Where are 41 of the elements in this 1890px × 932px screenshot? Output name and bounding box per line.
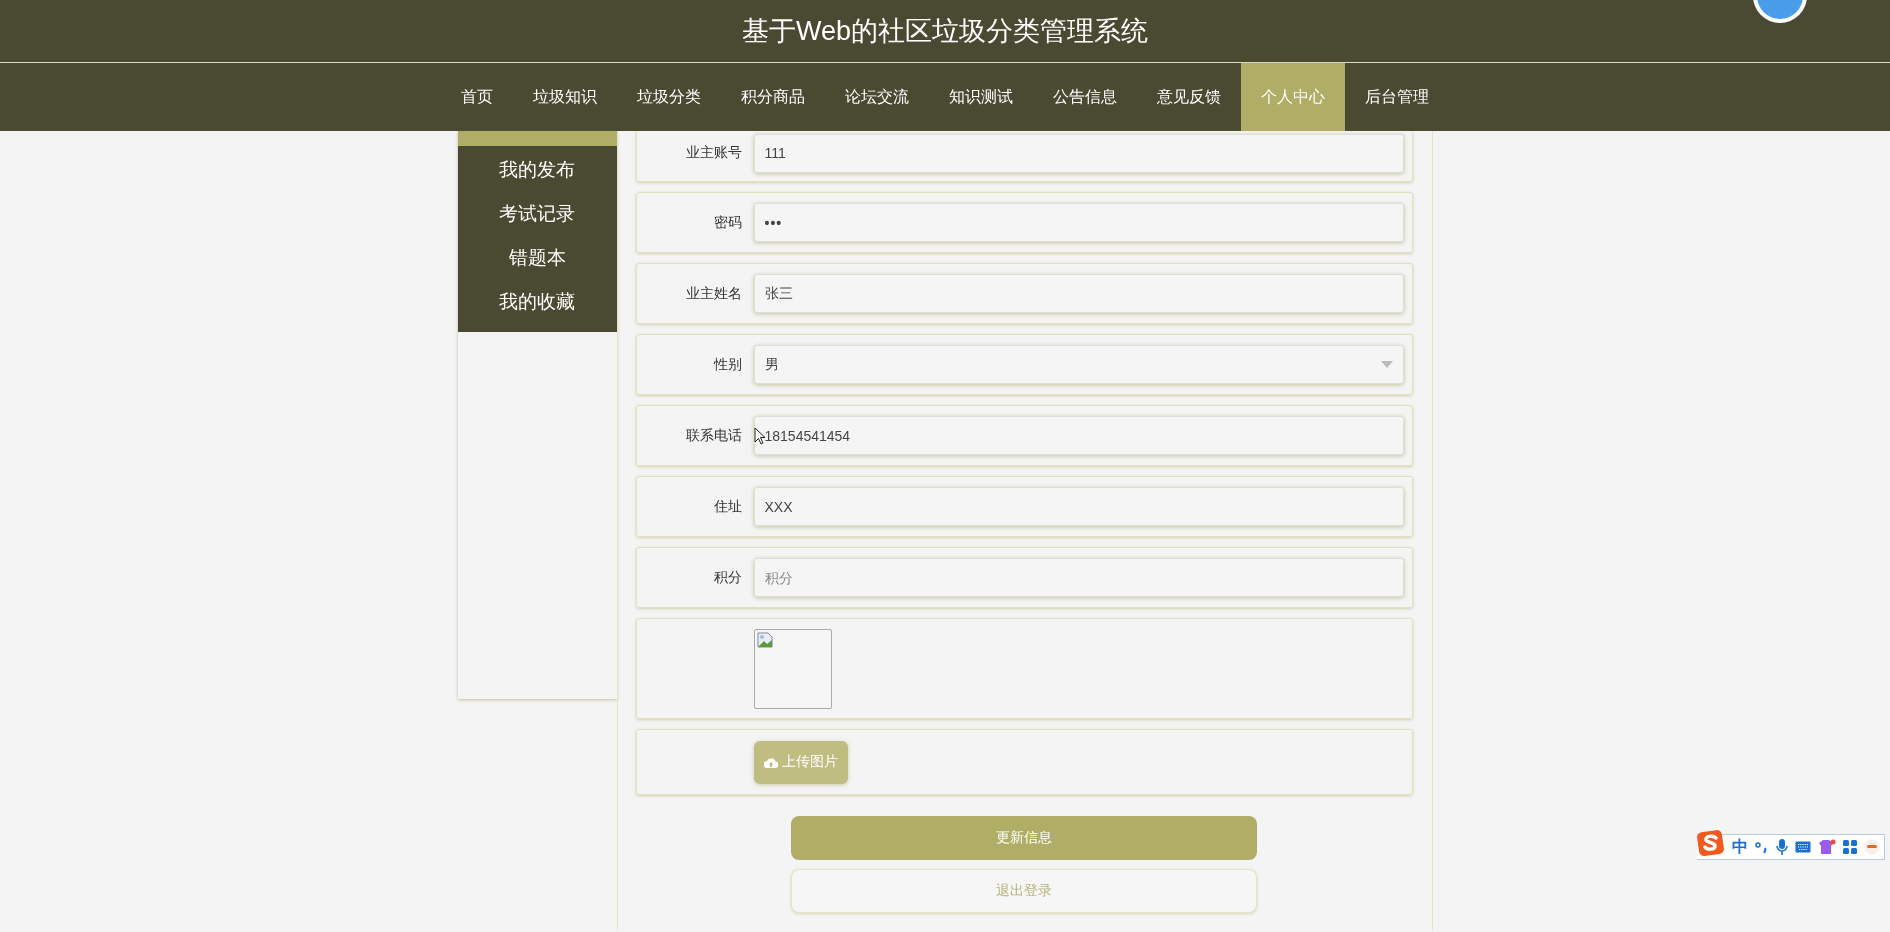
field-label: 联系电话 [684, 426, 743, 445]
sidebar-item[interactable]: 我的发布 [457, 148, 617, 192]
sidebar-item[interactable]: 考试记录 [457, 192, 617, 236]
gender-select[interactable]: 男 [753, 345, 1404, 384]
mascot-icon[interactable] [1864, 839, 1880, 855]
nav-tab[interactable]: 积分商品 [721, 63, 825, 131]
nav-tab[interactable]: 论坛交流 [825, 63, 929, 131]
site-title: 基于Web的社区垃圾分类管理系统 [742, 15, 1148, 48]
nav-tab[interactable]: 后台管理 [1345, 63, 1449, 131]
nav-tab[interactable]: 意见反馈 [1137, 63, 1241, 131]
caret-icon [1380, 361, 1393, 368]
field-label: 业主账号 [684, 144, 743, 162]
broken-image-icon [756, 631, 773, 648]
sidebar-item[interactable]: 我的收藏 [457, 280, 617, 324]
field-label: 积分 [712, 568, 743, 587]
field-label: 业主姓名 [684, 284, 743, 303]
input-field[interactable]: 111 [753, 133, 1404, 173]
microphone-icon[interactable] [1776, 838, 1788, 856]
field-label: 密码 [712, 213, 743, 232]
input-field[interactable]: 张三 [753, 274, 1404, 313]
field-label: 住址 [712, 497, 743, 516]
nav-tab[interactable]: 知识测试 [929, 63, 1033, 131]
ime-logo-icon[interactable] [1697, 829, 1725, 857]
keyboard-icon[interactable] [1795, 841, 1811, 853]
nav-tab[interactable]: 垃圾知识 [513, 63, 617, 131]
avatar-icon[interactable] [1750, 0, 1810, 26]
input-field[interactable]: 积分 [753, 558, 1404, 597]
nav-tab[interactable]: 首页 [441, 63, 513, 131]
punctuation-icon[interactable] [1755, 840, 1769, 854]
input-field[interactable]: XXX [753, 487, 1404, 526]
grid-apps-icon[interactable] [1843, 840, 1857, 854]
skin-shirt-icon[interactable] [1818, 839, 1836, 855]
mouse-cursor-icon [753, 427, 766, 445]
cloud-upload-icon [763, 756, 778, 768]
input-field[interactable]: 18154541454 [753, 416, 1404, 455]
nav-tab[interactable]: 垃圾分类 [617, 63, 721, 131]
sidebar-item[interactable]: 错题本 [457, 236, 617, 280]
password-field[interactable]: ••• [753, 203, 1404, 242]
input-mode-toggle[interactable]: 中 [1732, 836, 1748, 858]
field-label: 性别 [712, 355, 743, 374]
nav-tab[interactable]: 公告信息 [1033, 63, 1137, 131]
